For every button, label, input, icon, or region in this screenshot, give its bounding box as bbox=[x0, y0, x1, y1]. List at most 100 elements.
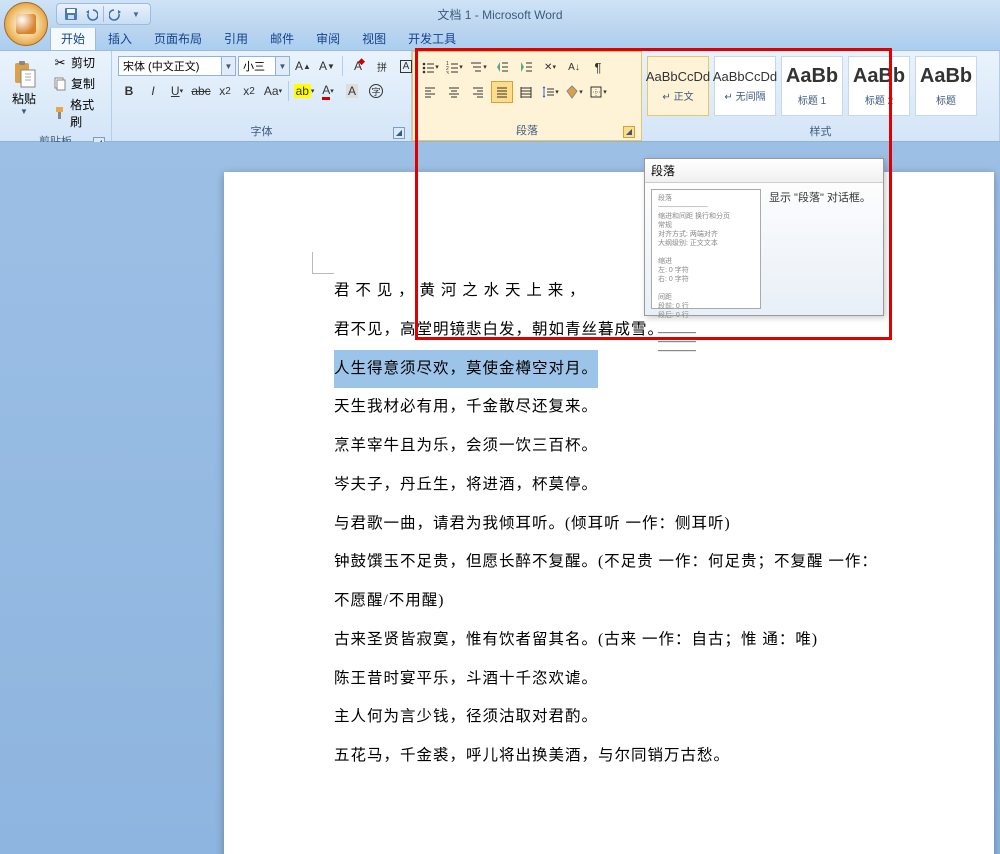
tab-0[interactable]: 开始 bbox=[50, 26, 96, 50]
style-item-2[interactable]: AaBb标题 1 bbox=[781, 56, 843, 116]
undo-icon[interactable] bbox=[83, 6, 99, 22]
save-icon[interactable] bbox=[63, 6, 79, 22]
cut-label: 剪切 bbox=[71, 54, 95, 71]
decrease-indent-button[interactable] bbox=[491, 56, 513, 78]
subscript-button[interactable]: x2 bbox=[214, 80, 236, 102]
doc-line-10[interactable]: 主人何为言少钱，径须沽取对君酌。 bbox=[334, 698, 884, 737]
office-button[interactable] bbox=[4, 2, 48, 46]
doc-line-9[interactable]: 陈王昔时宴平乐，斗酒十千恣欢谑。 bbox=[334, 660, 884, 699]
asian-layout-button[interactable]: ✕▾ bbox=[539, 56, 561, 78]
line-spacing-button[interactable]: ▾ bbox=[539, 81, 561, 103]
bold-button[interactable]: B bbox=[118, 80, 140, 102]
align-left-button[interactable] bbox=[419, 81, 441, 103]
styles-group-label: 样式 bbox=[646, 121, 995, 141]
superscript-button[interactable]: x2 bbox=[238, 80, 260, 102]
paragraph-group-label: 段落 ◢ bbox=[417, 120, 637, 140]
doc-line-5[interactable]: 岑夫子，丹丘生，将进酒，杯莫停。 bbox=[334, 466, 884, 505]
group-paragraph: ▾ 123▾ ▾ ✕▾ A↓ ¶ ▾ ▾ ▾ bbox=[412, 51, 642, 141]
ribbon-tabs: 开始插入页面布局引用邮件审阅视图开发工具 bbox=[0, 28, 1000, 50]
font-color-button[interactable]: A▾ bbox=[317, 80, 339, 102]
copy-button[interactable]: 复制 bbox=[49, 74, 107, 93]
show-marks-button[interactable]: ¶ bbox=[587, 56, 609, 78]
tab-3[interactable]: 引用 bbox=[214, 27, 258, 50]
paragraph-tooltip: 段落 段落──────────缩进和间距 换行和分页常规对齐方式: 两端对齐大纲… bbox=[644, 158, 884, 316]
style-item-3[interactable]: AaBb标题 2 bbox=[848, 56, 910, 116]
paste-button[interactable]: 粘贴 ▼ bbox=[4, 53, 44, 123]
tab-1[interactable]: 插入 bbox=[98, 27, 142, 50]
font-size-combo[interactable]: 小三 ▼ bbox=[238, 56, 290, 76]
doc-line-2[interactable]: 人生得意须尽欢，莫使金樽空对月。 bbox=[334, 350, 598, 389]
tab-2[interactable]: 页面布局 bbox=[144, 27, 212, 50]
svg-text:3: 3 bbox=[446, 71, 449, 74]
increase-indent-button[interactable] bbox=[515, 56, 537, 78]
format-painter-button[interactable]: 格式刷 bbox=[49, 95, 107, 131]
font-name-combo[interactable]: 宋体 (中文正文) ▼ bbox=[118, 56, 236, 76]
align-center-button[interactable] bbox=[443, 81, 465, 103]
format-painter-label: 格式刷 bbox=[70, 96, 104, 130]
ribbon: 粘贴 ▼ ✂ 剪切 复制 格式刷 bbox=[0, 50, 1000, 142]
shading-button[interactable]: ▾ bbox=[563, 81, 585, 103]
clear-format-button[interactable]: A◆ bbox=[347, 55, 369, 77]
align-justify-button[interactable] bbox=[491, 81, 513, 103]
font-launcher[interactable]: ◢ bbox=[393, 127, 405, 139]
redo-icon[interactable] bbox=[108, 6, 124, 22]
title-bar: ▼ 文档 1 - Microsoft Word bbox=[0, 0, 1000, 28]
numbering-button[interactable]: 123▾ bbox=[443, 56, 465, 78]
copy-icon bbox=[52, 76, 68, 92]
doc-line-8[interactable]: 古来圣贤皆寂寞，惟有饮者留其名。(古来 一作：自古；惟 通：唯) bbox=[334, 621, 884, 660]
tab-4[interactable]: 邮件 bbox=[260, 27, 304, 50]
margin-marker bbox=[312, 252, 334, 274]
window-title: 文档 1 - Microsoft Word bbox=[437, 6, 562, 23]
style-item-1[interactable]: AaBbCcDd ↵ 无间隔 bbox=[714, 56, 776, 116]
strike-button[interactable]: abc bbox=[190, 80, 212, 102]
multilevel-button[interactable]: ▾ bbox=[467, 56, 489, 78]
doc-line-1[interactable]: 君不见，高堂明镜悲白发，朝如青丝暮成雪。 bbox=[334, 311, 884, 350]
change-case-button[interactable]: Aa▾ bbox=[262, 80, 284, 102]
bullets-button[interactable]: ▾ bbox=[419, 56, 441, 78]
underline-button[interactable]: U▾ bbox=[166, 80, 188, 102]
style-name: 标题 2 bbox=[865, 92, 893, 107]
align-distribute-button[interactable] bbox=[515, 81, 537, 103]
brush-icon bbox=[52, 105, 67, 121]
style-preview: AaBbCcDd bbox=[646, 69, 710, 84]
font-name-value: 宋体 (中文正文) bbox=[123, 58, 199, 74]
doc-line-4[interactable]: 烹羊宰牛且为乐，会须一饮三百杯。 bbox=[334, 427, 884, 466]
font-group-label: 字体 ◢ bbox=[116, 121, 407, 141]
cut-button[interactable]: ✂ 剪切 bbox=[49, 53, 107, 72]
style-name: ↵ 无间隔 bbox=[724, 88, 765, 103]
doc-line-6[interactable]: 与君歌一曲，请君为我倾耳听。(倾耳听 一作：侧耳听) bbox=[334, 505, 884, 544]
phonetic-button[interactable]: 拼 bbox=[371, 55, 393, 77]
enclose-char-button[interactable]: 字 bbox=[365, 80, 387, 102]
qat-dropdown-icon[interactable]: ▼ bbox=[128, 6, 144, 22]
align-right-button[interactable] bbox=[467, 81, 489, 103]
copy-label: 复制 bbox=[71, 75, 95, 92]
group-clipboard: 粘贴 ▼ ✂ 剪切 复制 格式刷 bbox=[0, 51, 112, 141]
style-name: ↵ 正文 bbox=[662, 88, 693, 103]
paragraph-launcher[interactable]: ◢ bbox=[623, 126, 635, 138]
doc-line-3[interactable]: 天生我材必有用，千金散尽还复来。 bbox=[334, 388, 884, 427]
shrink-font-button[interactable]: A▼ bbox=[316, 55, 338, 77]
tab-6[interactable]: 视图 bbox=[352, 27, 396, 50]
grow-font-button[interactable]: A▲ bbox=[292, 55, 314, 77]
doc-line-7[interactable]: 钟鼓馔玉不足贵，但愿长醉不复醒。(不足贵 一作：何足贵；不复醒 一作：不愿醒/不… bbox=[334, 543, 884, 621]
font-size-value: 小三 bbox=[243, 58, 265, 74]
char-shading-button[interactable]: A bbox=[341, 80, 363, 102]
style-preview: AaBbCcDd bbox=[713, 69, 777, 84]
borders-button[interactable]: ▾ bbox=[587, 81, 609, 103]
quick-access-toolbar: ▼ bbox=[56, 3, 151, 25]
tooltip-preview-image: 段落──────────缩进和间距 换行和分页常规对齐方式: 两端对齐大纲级别:… bbox=[651, 189, 761, 309]
style-name: 标题 1 bbox=[798, 92, 826, 107]
highlight-button[interactable]: ab▾ bbox=[293, 80, 315, 102]
tooltip-title: 段落 bbox=[645, 159, 883, 183]
tab-7[interactable]: 开发工具 bbox=[398, 27, 466, 50]
chevron-down-icon: ▼ bbox=[20, 107, 28, 116]
sort-button[interactable]: A↓ bbox=[563, 56, 585, 78]
tooltip-text: 显示 "段落" 对话框。 bbox=[769, 189, 877, 309]
tab-5[interactable]: 审阅 bbox=[306, 27, 350, 50]
doc-line-11[interactable]: 五花马，千金裘，呼儿将出换美酒，与尔同销万古愁。 bbox=[334, 737, 884, 776]
style-item-4[interactable]: AaBb标题 bbox=[915, 56, 977, 116]
style-item-0[interactable]: AaBbCcDd ↵ 正文 bbox=[647, 56, 709, 116]
italic-button[interactable]: I bbox=[142, 80, 164, 102]
paste-icon bbox=[10, 60, 38, 88]
style-preview: AaBb bbox=[920, 65, 972, 88]
